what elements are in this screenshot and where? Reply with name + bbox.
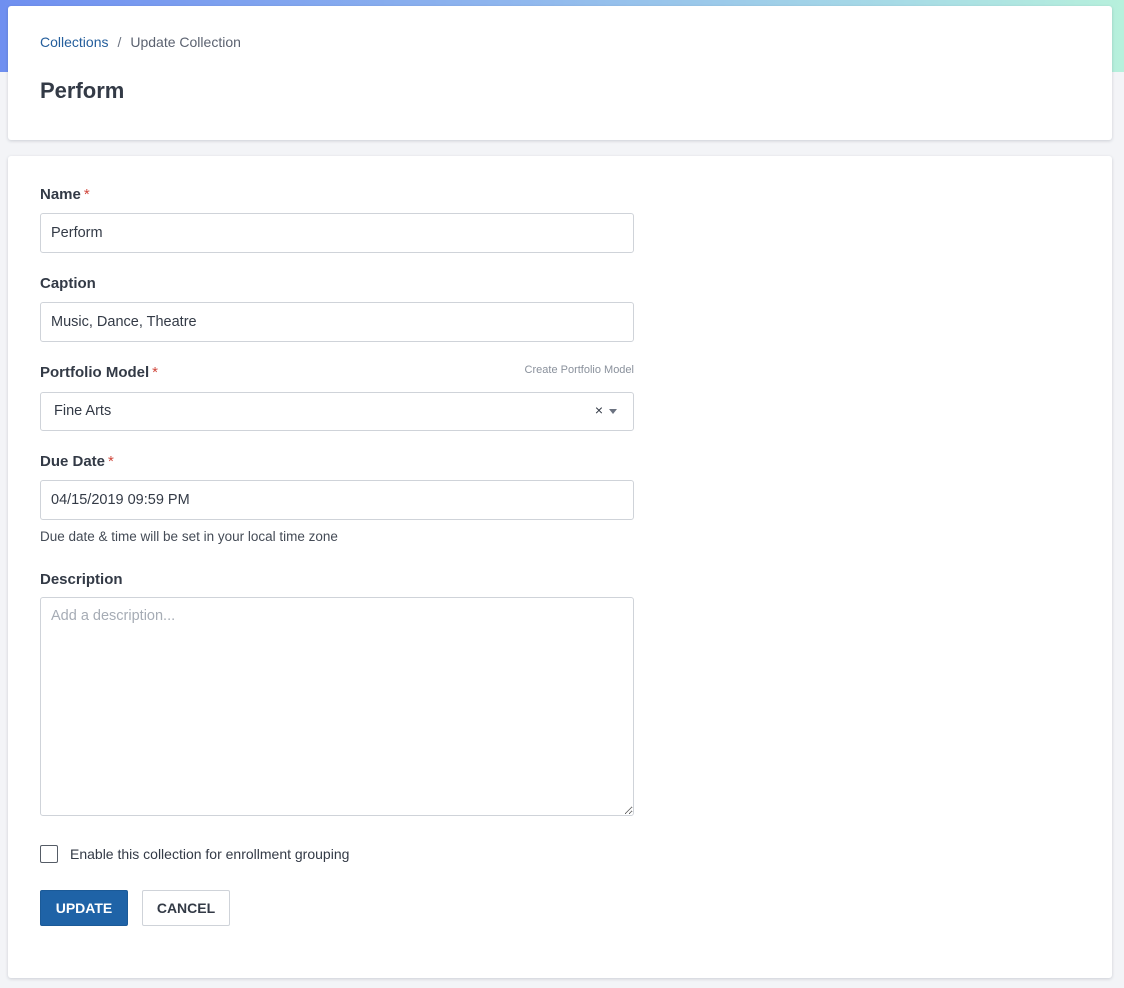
cancel-button[interactable]: CANCEL — [142, 890, 230, 926]
portfolio-model-select[interactable]: Fine Arts × — [40, 392, 634, 431]
name-input[interactable] — [40, 213, 634, 253]
collection-form: Name* Caption Portfolio Model* Create Po… — [8, 156, 1112, 978]
required-mark: * — [152, 364, 158, 381]
portfolio-model-label: Portfolio Model * — [40, 364, 158, 381]
name-label: Name * — [40, 186, 90, 203]
name-label-text: Name — [40, 186, 81, 203]
header-card: Collections / Update Collection Perform — [8, 6, 1112, 140]
required-mark: * — [83, 186, 90, 203]
due-date-input[interactable] — [40, 480, 634, 520]
enrollment-grouping-row: Enable this collection for enrollment gr… — [40, 845, 349, 863]
due-date-help-text: Due date & time will be set in your loca… — [40, 529, 338, 544]
page-title: Perform — [40, 78, 125, 103]
close-icon[interactable]: × — [595, 402, 603, 418]
caret-down-icon[interactable] — [609, 409, 617, 414]
portfolio-model-label-text: Portfolio Model — [40, 364, 150, 381]
description-label: Description — [40, 571, 123, 588]
breadcrumb-separator: / — [117, 34, 122, 50]
due-date-label: Due Date * — [40, 453, 114, 470]
required-mark: * — [108, 453, 114, 470]
enrollment-grouping-checkbox[interactable] — [40, 845, 58, 863]
create-portfolio-model-link[interactable]: Create Portfolio Model — [525, 364, 634, 376]
breadcrumb-current: Update Collection — [130, 34, 241, 50]
breadcrumb-link-collections[interactable]: Collections — [40, 34, 108, 50]
enrollment-grouping-label[interactable]: Enable this collection for enrollment gr… — [70, 846, 349, 862]
description-textarea[interactable] — [40, 597, 634, 816]
portfolio-model-selected: Fine Arts — [54, 403, 112, 419]
due-date-label-text: Due Date — [40, 453, 106, 470]
caption-input[interactable] — [40, 302, 634, 342]
caption-label: Caption — [40, 275, 96, 292]
update-button[interactable]: UPDATE — [40, 890, 128, 926]
breadcrumb: Collections / Update Collection — [40, 34, 241, 50]
